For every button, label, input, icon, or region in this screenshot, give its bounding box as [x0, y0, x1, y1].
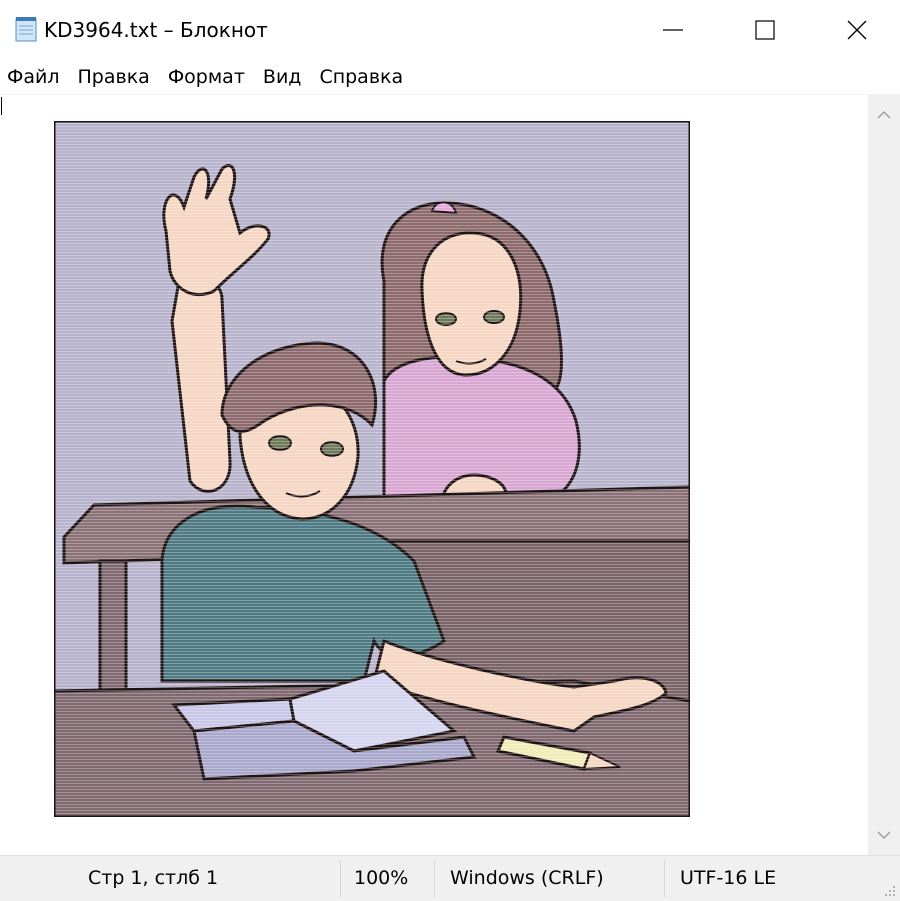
status-separator [340, 860, 341, 897]
chevron-up-icon [877, 110, 891, 119]
zoom-level: 100% [354, 867, 409, 889]
maximize-button[interactable] [718, 0, 812, 60]
chevron-down-icon [877, 831, 891, 840]
vertical-scrollbar[interactable] [868, 95, 900, 855]
close-button[interactable] [810, 0, 900, 60]
title-bar: KD3964.txt – Блокнот [0, 0, 900, 60]
status-separator [664, 860, 665, 897]
menu-edit[interactable]: Правка [69, 62, 159, 92]
resize-grip-icon[interactable] [882, 883, 896, 897]
notepad-icon [15, 17, 37, 42]
close-icon [847, 20, 867, 40]
classroom-illustration [54, 121, 690, 817]
menu-bar: Файл Правка Формат Вид Справка [0, 62, 412, 92]
line-endings: Windows (CRLF) [450, 867, 604, 889]
minimize-button[interactable] [626, 0, 720, 60]
window-title: KD3964.txt – Блокнот [44, 18, 268, 42]
cursor-position: Стр 1, стлб 1 [88, 867, 219, 889]
menu-file[interactable]: Файл [0, 62, 69, 92]
scroll-up-button[interactable] [868, 95, 900, 135]
menu-view[interactable]: Вид [254, 62, 311, 92]
text-editor[interactable] [0, 95, 868, 855]
status-separator [434, 860, 435, 897]
text-caret [1, 97, 2, 115]
minimize-icon [663, 29, 683, 31]
menu-help[interactable]: Справка [310, 62, 412, 92]
scroll-down-button[interactable] [868, 815, 900, 855]
menu-format[interactable]: Формат [159, 62, 254, 92]
status-bar: Стр 1, стлб 1 100% Windows (CRLF) UTF-16… [0, 855, 900, 901]
maximize-icon [755, 20, 775, 40]
encoding: UTF-16 LE [680, 867, 777, 889]
